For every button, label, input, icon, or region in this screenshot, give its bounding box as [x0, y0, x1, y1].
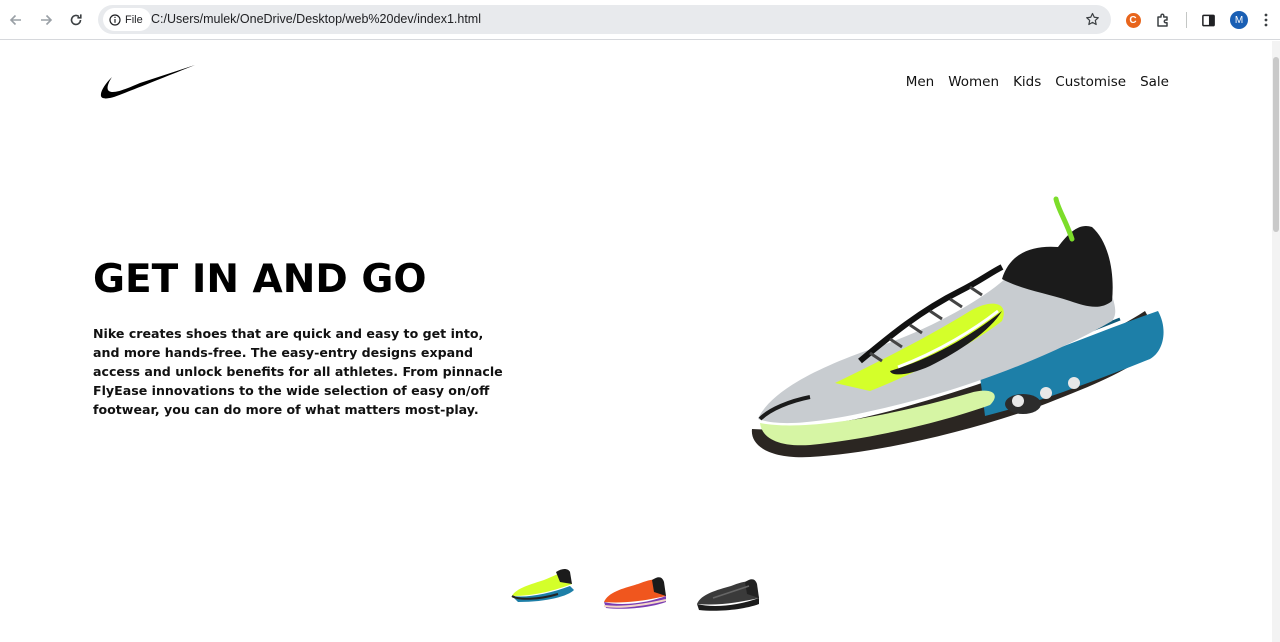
address-bar[interactable]: File C:/Users/mulek/OneDrive/Desktop/web…	[98, 5, 1111, 34]
hero-shoe-image	[751, 196, 1164, 458]
thumbnail-black-grey-shoe[interactable]	[693, 572, 763, 612]
extensions-button[interactable]	[1153, 10, 1173, 30]
puzzle-icon	[1157, 13, 1168, 27]
bookmark-star-icon[interactable]	[1084, 11, 1101, 28]
extension-c-icon: C	[1125, 12, 1141, 28]
nav-link-customise[interactable]: Customise	[1055, 74, 1126, 90]
nike-swoosh-logo[interactable]	[100, 63, 196, 101]
reload-button[interactable]	[65, 9, 87, 31]
nav-link-men[interactable]: Men	[906, 74, 935, 90]
toolbar-divider	[1186, 12, 1187, 28]
arrow-right-icon	[41, 14, 53, 26]
forward-button[interactable]	[35, 9, 57, 31]
more-vertical-icon	[1264, 13, 1268, 27]
info-icon	[109, 13, 121, 26]
nav-link-sale[interactable]: Sale	[1140, 74, 1169, 90]
browser-menu-button[interactable]	[1256, 10, 1276, 30]
scrollbar-thumb[interactable]	[1273, 57, 1279, 232]
site-info-label: File	[125, 13, 143, 26]
main-nav: Men Women Kids Customise Sale	[906, 74, 1169, 90]
nav-link-kids[interactable]: Kids	[1013, 74, 1041, 90]
url-text[interactable]: C:/Users/mulek/OneDrive/Desktop/web%20de…	[151, 12, 481, 26]
thumbnail-volt-blue-shoe[interactable]	[508, 566, 576, 606]
site-info-chip[interactable]: File	[103, 8, 151, 31]
side-panel-icon	[1201, 14, 1215, 26]
profile-button[interactable]: M	[1229, 10, 1249, 30]
page-scrollbar[interactable]	[1272, 41, 1280, 642]
browser-toolbar: File C:/Users/mulek/OneDrive/Desktop/web…	[0, 0, 1280, 40]
profile-avatar: M	[1230, 11, 1248, 29]
arrow-left-icon	[9, 14, 21, 26]
extension-c-button[interactable]: C	[1123, 10, 1143, 30]
page-viewport: Men Women Kids Customise Sale GET IN AND…	[0, 41, 1280, 642]
reload-icon	[70, 14, 82, 26]
hero-title: GET IN AND GO	[93, 257, 427, 302]
nav-link-women[interactable]: Women	[948, 74, 999, 90]
side-panel-button[interactable]	[1198, 10, 1218, 30]
hero-description: Nike creates shoes that are quick and ea…	[93, 326, 503, 417]
back-button[interactable]	[5, 9, 27, 31]
shoe-thumbnails	[0, 566, 1280, 616]
thumbnail-orange-purple-shoe[interactable]	[600, 572, 670, 612]
